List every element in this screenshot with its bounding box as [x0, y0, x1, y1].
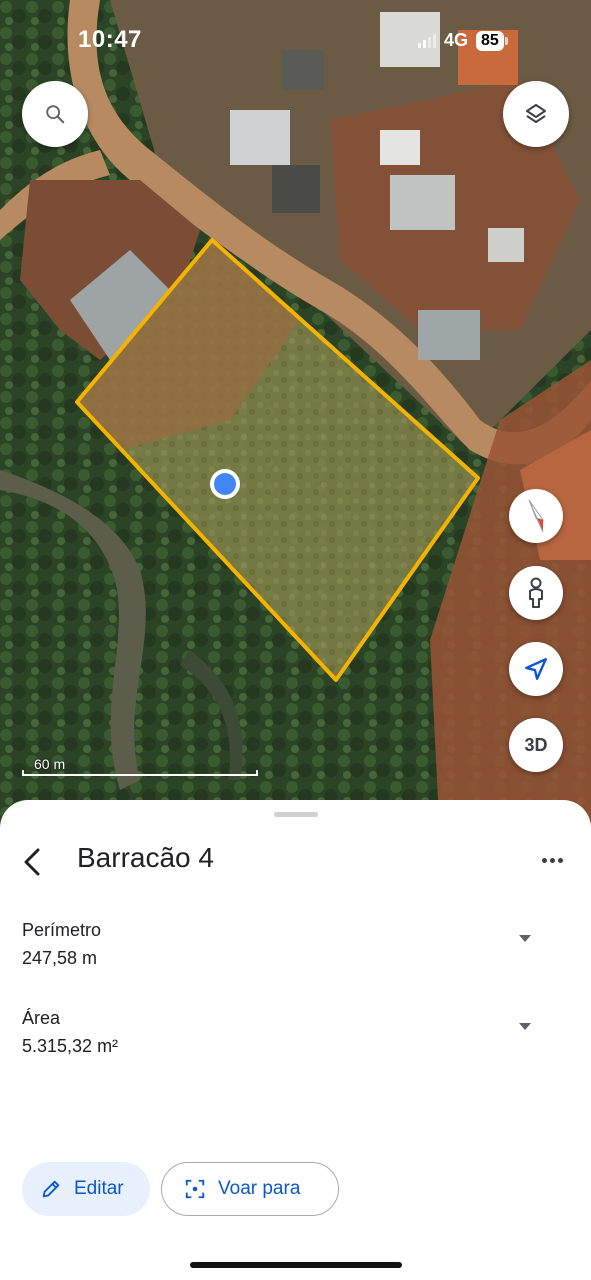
- metric-area: Área 5.315,32 m²: [22, 1008, 562, 1068]
- fly-to-label: Voar para: [218, 1178, 301, 1199]
- satellite-map[interactable]: 10:47 4G 85 3D 60 m: [0, 0, 591, 840]
- search-button[interactable]: [22, 81, 88, 147]
- compass-icon: [528, 499, 545, 533]
- street-view-button[interactable]: [509, 566, 563, 620]
- chevron-left-icon: [24, 848, 40, 876]
- edit-button[interactable]: Editar: [22, 1162, 150, 1216]
- metric-value: 247,58 m: [22, 948, 98, 968]
- focus-frame-icon: [185, 1179, 205, 1199]
- layers-icon: [526, 104, 546, 123]
- caret-down-icon: [519, 1022, 531, 1030]
- metric-label: Perímetro: [22, 920, 102, 940]
- clock: 10:47: [78, 26, 142, 53]
- caret-down-icon: [519, 934, 531, 942]
- status-bar: 10:47 4G 85: [0, 0, 591, 80]
- network-status: 4G 85: [418, 30, 508, 51]
- my-location-button[interactable]: [509, 642, 563, 696]
- metric-value: 5.315,32 m²: [22, 1036, 119, 1056]
- scale-bar: 60 m: [22, 754, 258, 776]
- drag-handle[interactable]: [274, 812, 318, 817]
- bottom-sheet: Barracão 4 Perímetro 247,58 m Área 5.315…: [0, 800, 591, 1280]
- area-unit-dropdown[interactable]: [514, 1016, 536, 1036]
- metric-perimeter: Perímetro 247,58 m: [22, 920, 562, 980]
- more-dot-icon: [557, 857, 563, 863]
- more-dot-icon: [549, 857, 555, 863]
- signal-strength-icon: [418, 33, 436, 48]
- satellite-imagery: [0, 0, 591, 840]
- location-dot: [214, 473, 236, 495]
- pegman-icon: [529, 577, 543, 608]
- scale-line: [22, 770, 258, 776]
- metric-label: Área: [22, 1008, 61, 1028]
- battery-level: 85: [476, 30, 504, 51]
- compass-button[interactable]: [509, 489, 563, 543]
- network-type: 4G: [444, 30, 469, 50]
- three-d-toggle[interactable]: 3D: [509, 718, 563, 772]
- layers-button[interactable]: [503, 81, 569, 147]
- edit-label: Editar: [74, 1178, 124, 1199]
- more-dot-icon: [541, 857, 547, 863]
- back-button[interactable]: [14, 840, 50, 884]
- battery-icon: [504, 36, 508, 45]
- navigation-arrow-icon: [525, 658, 547, 680]
- fly-to-button[interactable]: Voar para: [161, 1162, 339, 1216]
- pencil-icon: [42, 1180, 60, 1198]
- page-title: Barracão 4: [77, 842, 214, 873]
- home-indicator[interactable]: [190, 1262, 402, 1268]
- search-icon: [46, 105, 65, 124]
- more-options-button[interactable]: [534, 846, 570, 874]
- perimeter-unit-dropdown[interactable]: [514, 928, 536, 948]
